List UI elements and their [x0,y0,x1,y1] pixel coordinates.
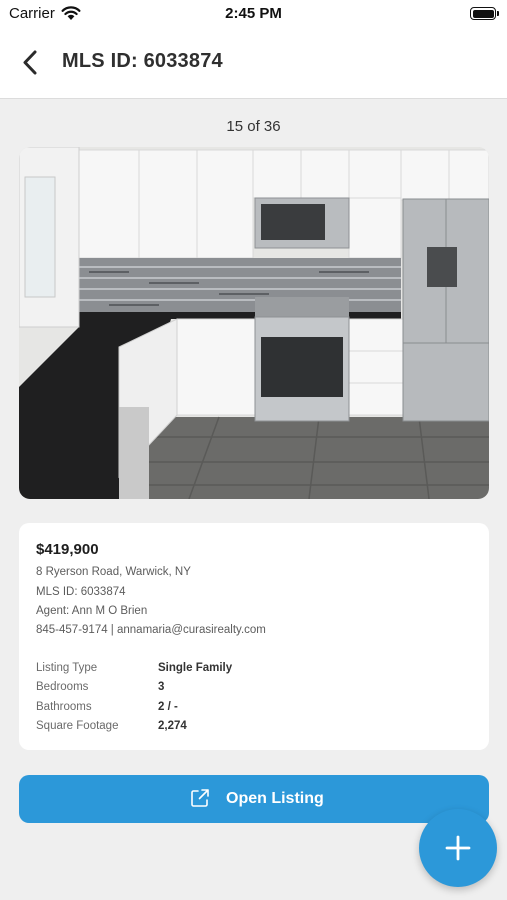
spec-value-listing-type: Single Family [158,662,233,674]
listing-price: $419,900 [36,541,99,558]
listing-photo[interactable] [19,147,489,499]
listing-mls-id: MLS ID: 6033874 [36,586,126,598]
status-bar: Carrier 2:45 PM [0,0,507,28]
spec-label-square-footage: Square Footage [36,720,119,732]
back-button[interactable] [14,46,48,80]
photo-counter: 15 of 36 [226,118,281,135]
header: Carrier 2:45 PM MLS ID: 6033874 [0,0,507,99]
spec-label-bedrooms: Bedrooms [36,681,89,693]
listing-address: 8 Ryerson Road, Warwick, NY [36,566,191,578]
add-button[interactable] [419,809,497,887]
listing-agent: Agent: Ann M O Brien [36,605,148,617]
spec-label-listing-type: Listing Type [36,662,98,674]
agent-contact[interactable]: 845-457-9174 | annamaria@curasirealty.co… [36,624,266,636]
spec-label-bathrooms: Bathrooms [36,701,92,713]
chevron-left-icon [23,50,37,75]
open-listing-button[interactable]: Open Listing [19,775,489,823]
kitchen-photo-image [19,147,489,499]
spec-value-bathrooms: 2 / - [158,701,178,713]
battery-tip [497,11,499,16]
open-listing-label: Open Listing [226,790,324,807]
plus-icon [445,835,471,861]
external-link-icon [191,789,209,807]
page-title: MLS ID: 6033874 [62,50,223,72]
spec-value-square-footage: 2,274 [158,720,187,732]
battery-icon [470,7,496,20]
status-time: 2:45 PM [225,5,282,22]
spec-value-bedrooms: 3 [158,681,165,693]
listing-details-card: $419,900 8 Ryerson Road, Warwick, NY MLS… [19,523,489,750]
